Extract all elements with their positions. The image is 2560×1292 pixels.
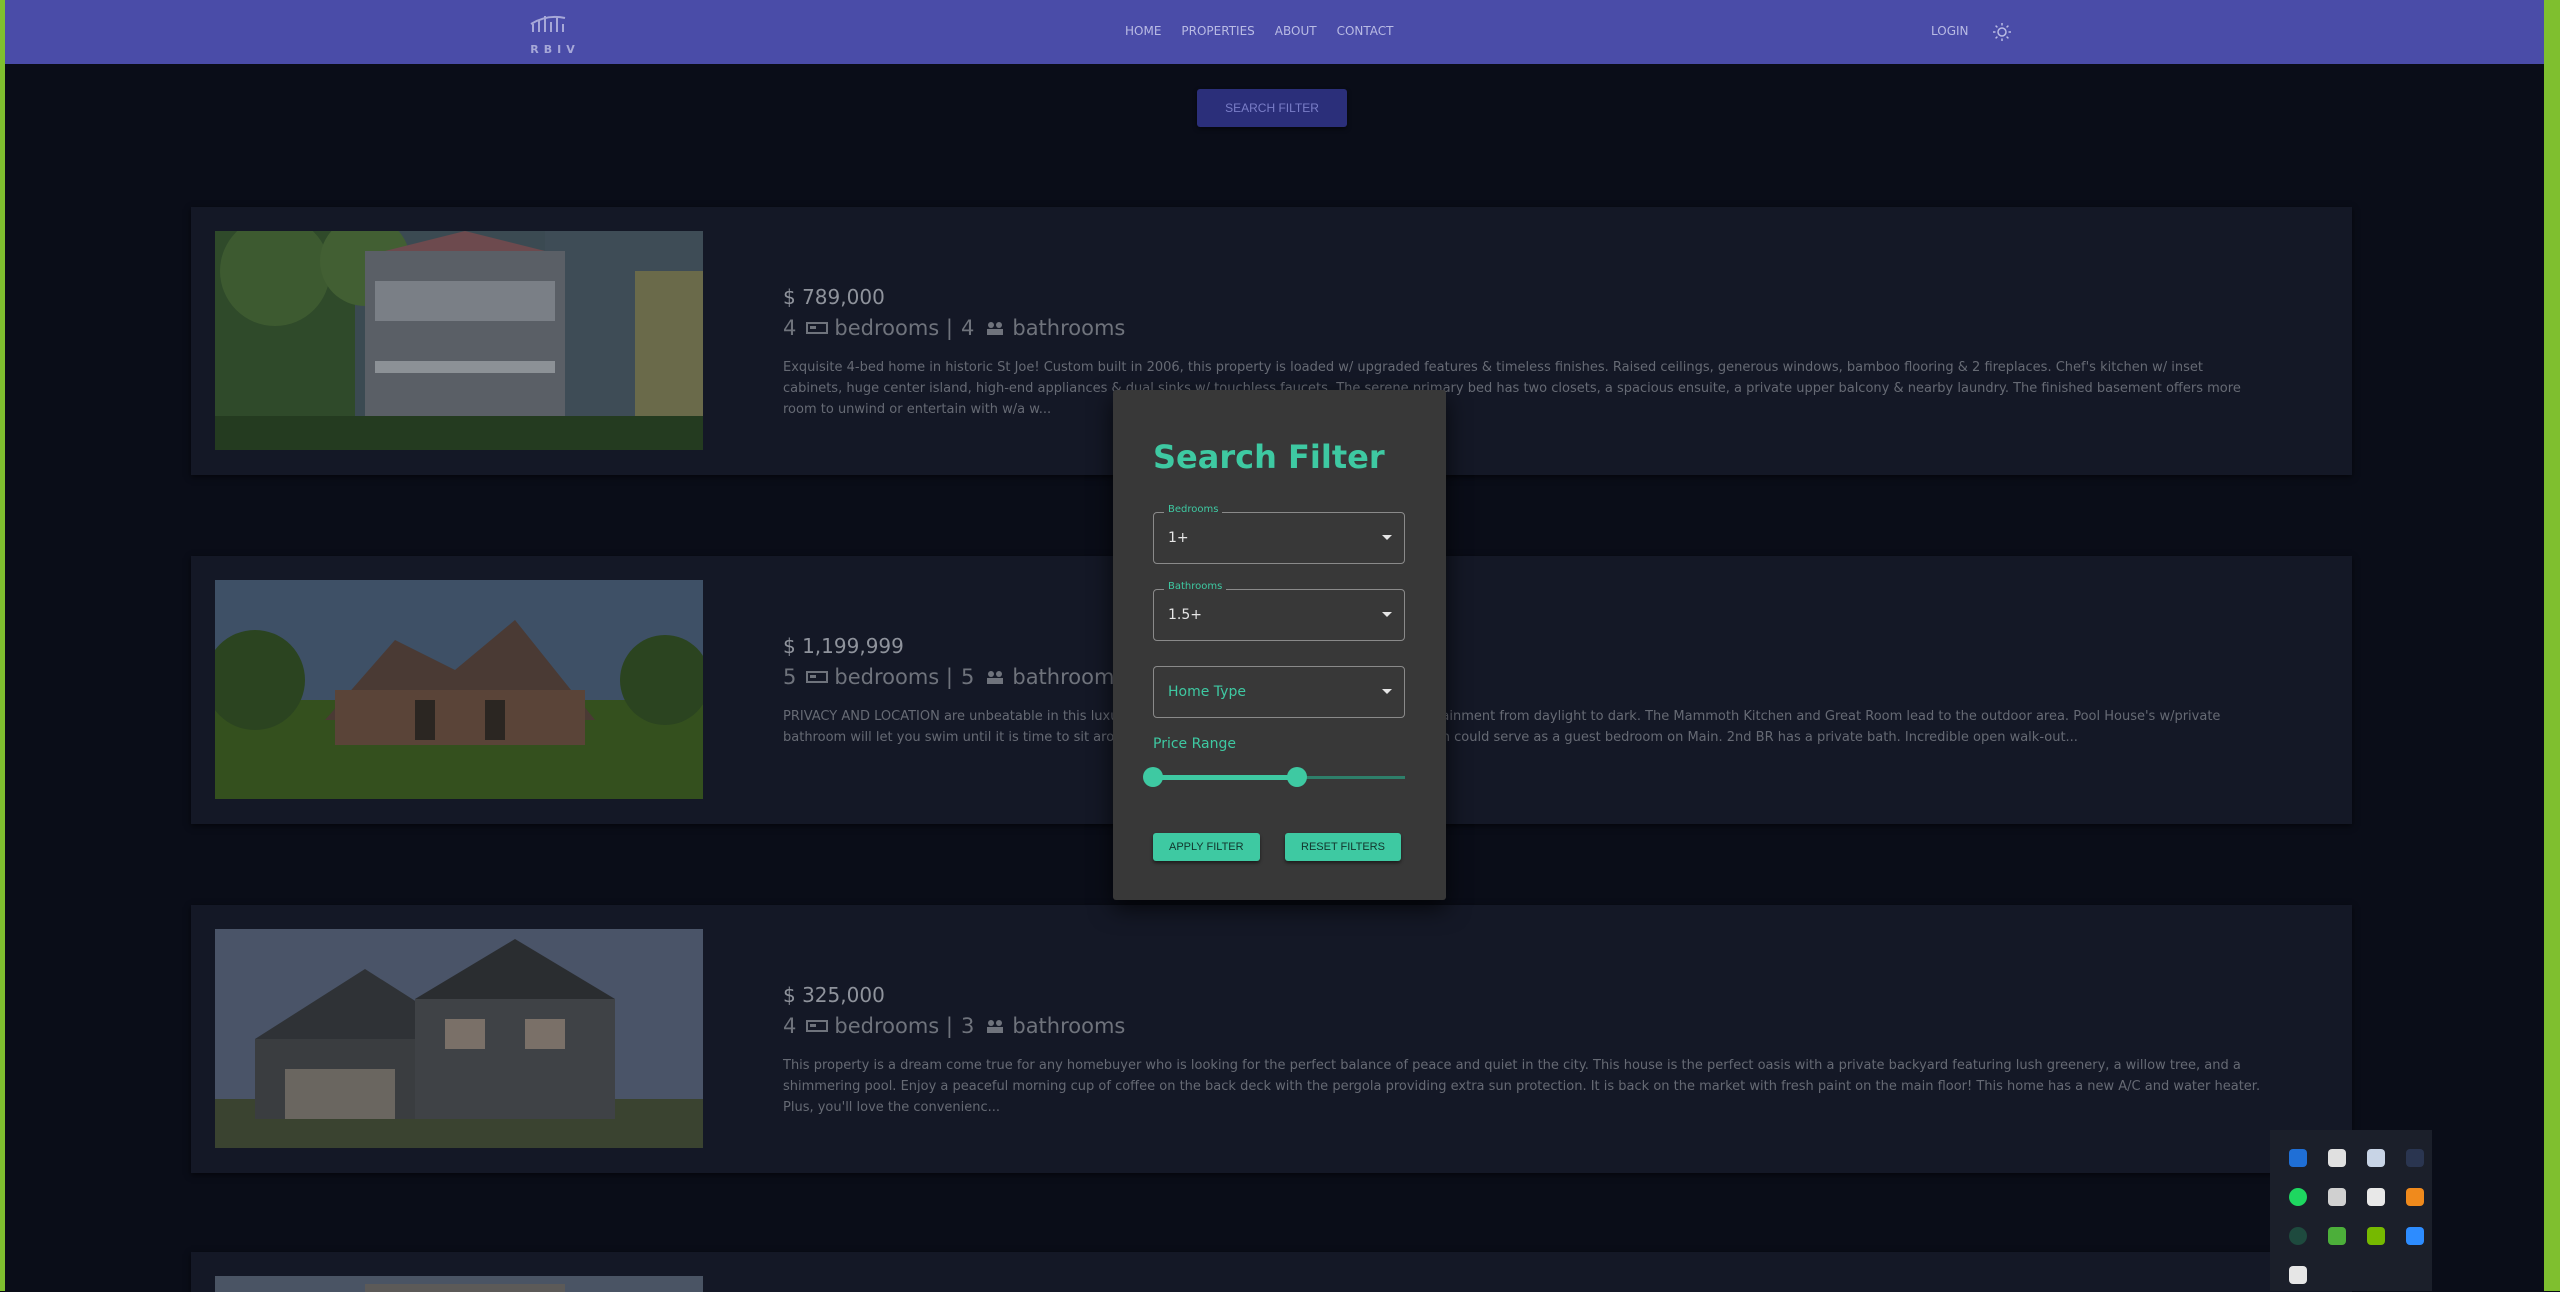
listing-price: $ 325,000 (783, 983, 885, 1007)
search-filter-button[interactable]: SEARCH FILTER (1197, 89, 1347, 127)
bed-icon (806, 1020, 829, 1032)
ring-icon[interactable] (2289, 1227, 2307, 1245)
bathroom-count: 5 (960, 665, 975, 689)
logo-text: RBIV (530, 43, 580, 56)
search-filter-modal: Search Filter Bedrooms 1+ Bathrooms 1.5+… (1113, 390, 1446, 900)
zoom-icon[interactable] (2406, 1227, 2424, 1245)
listing-photo[interactable] (215, 1276, 703, 1292)
bathroom-people-icon (987, 671, 1004, 684)
apply-filter-button[interactable]: APPLY FILTER (1153, 833, 1260, 861)
grid-app-icon[interactable] (2289, 1266, 2307, 1284)
bathrooms-label: bathrooms (1012, 1014, 1126, 1038)
spotify-icon[interactable] (2289, 1188, 2307, 1206)
window-edge-left (0, 0, 5, 1291)
circle-app-icon[interactable] (2406, 1149, 2424, 1167)
steam-icon[interactable] (2367, 1149, 2385, 1167)
price-range-label: Price Range (1153, 736, 1236, 752)
bed-icon (806, 671, 829, 683)
listing-description: This property is a dream come true for a… (783, 1058, 2261, 1115)
listing-card[interactable] (191, 1252, 2352, 1292)
listing-photo[interactable] (215, 929, 703, 1148)
bathrooms-label: bathrooms (1012, 665, 1126, 689)
copy-icon[interactable] (2328, 1188, 2346, 1206)
bluetooth-icon[interactable] (2289, 1149, 2307, 1167)
bedrooms-label: bedrooms | (834, 665, 953, 689)
bedrooms-select[interactable]: Bedrooms 1+ (1153, 504, 1405, 564)
bathroom-count: 3 (960, 1014, 975, 1038)
nav-links: HOME PROPERTIES ABOUT CONTACT (1125, 24, 1413, 38)
microphone-icon[interactable] (2367, 1188, 2385, 1206)
top-navbar: RBIV HOME PROPERTIES ABOUT CONTACT LOGIN (5, 0, 2544, 64)
price-range-max-handle[interactable] (1286, 767, 1307, 787)
nav-about[interactable]: ABOUT (1275, 24, 1317, 38)
bedroom-count: 4 (783, 316, 797, 340)
price-range-fill (1153, 775, 1297, 780)
price-range-slider[interactable] (1143, 767, 1405, 787)
bedrooms-label: bedrooms | (834, 316, 953, 340)
shield-icon[interactable] (2328, 1149, 2346, 1167)
bathroom-count: 4 (960, 316, 975, 340)
listing-rooms: 4 bedrooms | 4 bathrooms (783, 316, 1125, 340)
login-link[interactable]: LOGIN (1931, 24, 1969, 38)
bedrooms-select-value: 1+ (1168, 530, 1189, 546)
listing-rooms: 5 bedrooms | 5 bathrooms (783, 665, 1125, 689)
bathrooms-label: bathrooms (1012, 316, 1126, 340)
system-tray-flyout (2270, 1130, 2432, 1291)
window-edge-right (2544, 0, 2560, 1291)
bathrooms-select-label: Bathrooms (1164, 581, 1227, 592)
bed-icon (806, 322, 829, 334)
nav-contact[interactable]: CONTACT (1337, 24, 1394, 38)
listing-price: $ 1,199,999 (783, 634, 904, 658)
bathrooms-select-value: 1.5+ (1168, 607, 1202, 623)
nvidia-icon[interactable] (2367, 1227, 2385, 1245)
bedrooms-label: bedrooms | (834, 1014, 953, 1038)
bathrooms-select[interactable]: Bathrooms 1.5+ (1153, 581, 1405, 641)
chevron-down-icon (1382, 612, 1392, 617)
orange-app-icon[interactable] (2406, 1188, 2424, 1206)
bathroom-people-icon (987, 322, 1004, 335)
listing-photo[interactable] (215, 580, 703, 799)
nav-properties[interactable]: PROPERTIES (1181, 24, 1254, 38)
site-logo[interactable]: RBIV (525, 10, 585, 58)
home-type-select[interactable]: Home Type (1153, 666, 1405, 718)
play-icon[interactable] (2328, 1227, 2346, 1245)
home-type-placeholder: Home Type (1168, 684, 1246, 700)
bedrooms-select-label: Bedrooms (1164, 504, 1223, 515)
reset-filters-button[interactable]: RESET FILTERS (1285, 833, 1401, 861)
listing-description: PRIVACY AND LOCATION are unbeatable in t… (783, 709, 2221, 745)
listing-card[interactable]: $ 325,000 4 bedrooms | 3 bathrooms This … (191, 905, 2352, 1173)
chevron-down-icon (1382, 689, 1392, 694)
listing-photo[interactable] (215, 231, 703, 450)
nav-home[interactable]: HOME (1125, 24, 1161, 38)
chevron-down-icon (1382, 535, 1392, 540)
bedroom-count: 5 (783, 665, 797, 689)
modal-title: Search Filter (1153, 438, 1385, 476)
logo-skyline-icon (530, 15, 566, 32)
bedroom-count: 4 (783, 1014, 797, 1038)
listing-description: Exquisite 4-bed home in historic St Joe!… (783, 360, 2241, 417)
theme-toggle-sun-icon[interactable] (1992, 22, 2012, 42)
price-range-min-handle[interactable] (1143, 767, 1163, 787)
bathroom-people-icon (987, 1020, 1004, 1033)
listing-price: $ 789,000 (783, 285, 885, 309)
listing-rooms: 4 bedrooms | 3 bathrooms (783, 1014, 1125, 1038)
